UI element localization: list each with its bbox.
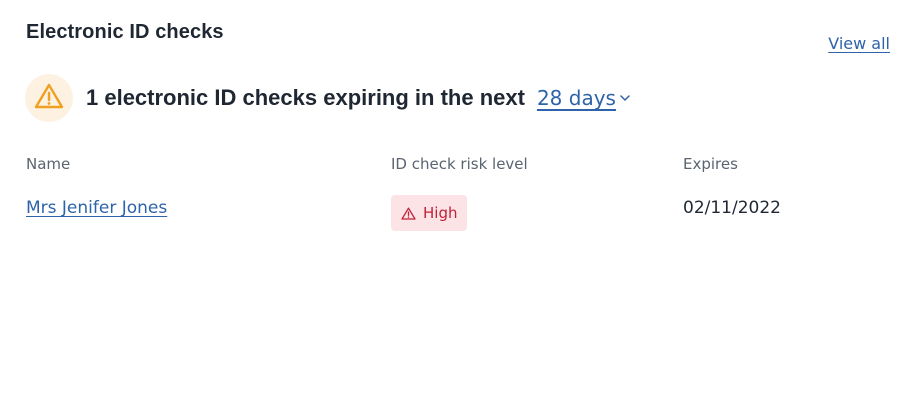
warning-badge <box>25 74 73 122</box>
column-header-name: Name <box>26 155 71 173</box>
view-all-link[interactable]: View all <box>828 34 890 53</box>
column-header-risk-level: ID check risk level <box>391 155 528 173</box>
expiry-summary-text: 1 electronic ID checks expiring in the n… <box>86 85 525 110</box>
card-title: Electronic ID checks <box>26 21 224 43</box>
risk-level-badge: High <box>391 195 468 231</box>
expiry-date: 02/11/2022 <box>683 198 781 218</box>
period-dropdown-value: 28 days <box>536 86 616 110</box>
column-header-expires: Expires <box>683 155 738 173</box>
chevron-down-icon <box>620 94 630 102</box>
period-dropdown[interactable]: 28 days <box>537 86 630 110</box>
warning-triangle-icon <box>34 82 64 114</box>
person-name-link[interactable]: Mrs Jenifer Jones <box>26 198 167 218</box>
electronic-id-checks-card: Electronic ID checks View all 1 electron… <box>0 0 918 412</box>
risk-level-label: High <box>423 204 458 222</box>
expiry-summary: 1 electronic ID checks expiring in the n… <box>25 74 630 122</box>
alert-triangle-icon <box>401 207 416 220</box>
